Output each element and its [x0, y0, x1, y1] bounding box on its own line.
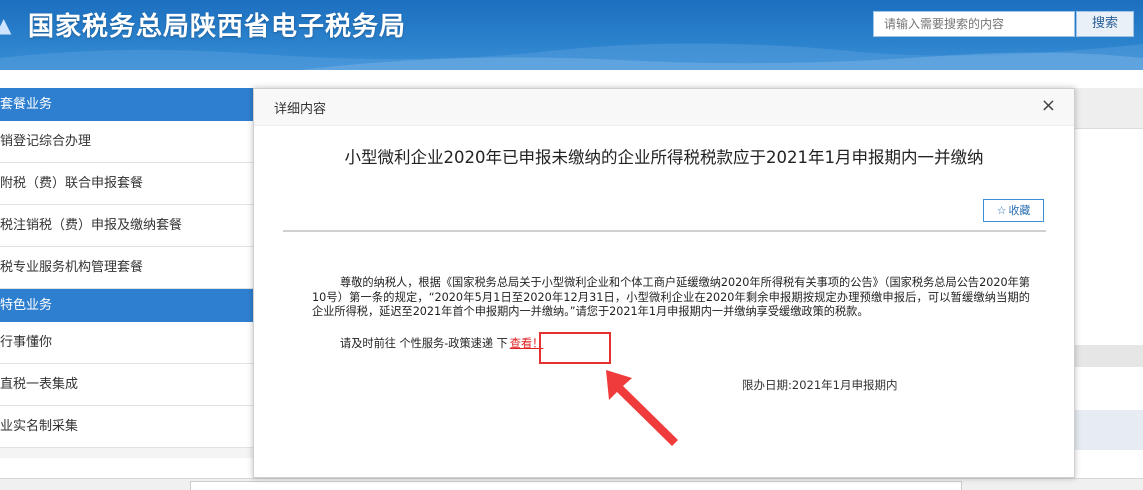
sidebar-item[interactable]: 直税一表集成 [0, 364, 256, 406]
favorite-button[interactable]: ☆ 收藏 [983, 199, 1044, 222]
logo-icon: ▲ [0, 13, 12, 37]
sidebar-item[interactable]: 税注销税（费）申报及缴纳套餐 [0, 205, 256, 247]
guide-line: 请及时前往 个性服务-政策速递 下查看！ [340, 335, 543, 351]
divider [283, 230, 1046, 232]
article-title: 小型微利企业2020年已申报未缴纳的企业所得税税款应于2021年1月申报期内一并… [344, 148, 984, 167]
star-icon: ☆ [996, 204, 1007, 217]
sidebar-section-package[interactable]: 套餐业务 [0, 88, 256, 121]
sidebar-item[interactable]: 附税（费）联合申报套餐 [0, 163, 256, 205]
site-header: ▲ 国家税务总局陕西省电子税务局 搜索 [0, 0, 1143, 70]
notice-body: 尊敬的纳税人，根据《国家税务总局关于小型微利企业和个体工商户延缓缴纳2020年所… [312, 276, 1030, 318]
sidebar: 套餐业务 销登记综合办理 附税（费）联合申报套餐 税注销税（费）申报及缴纳套餐 … [0, 88, 256, 458]
sidebar-item[interactable]: 销登记综合办理 [0, 121, 256, 163]
sidebar-section-special[interactable]: 特色业务 [0, 289, 256, 322]
search-button[interactable]: 搜索 [1076, 11, 1134, 37]
site-title: 国家税务总局陕西省电子税务局 [28, 12, 407, 42]
close-icon[interactable]: × [1041, 96, 1056, 116]
search-box[interactable] [873, 11, 1075, 37]
favorite-label: 收藏 [1008, 204, 1031, 217]
sidebar-item[interactable]: 税专业服务机构管理套餐 [0, 247, 256, 289]
background-panel [1075, 410, 1143, 450]
sidebar-item[interactable]: 业实名制采集 [0, 406, 256, 448]
deadline-text: 限办日期:2021年1月申报期内 [742, 378, 898, 392]
annotation-arrow-icon [606, 370, 678, 446]
search-input[interactable] [874, 12, 1074, 36]
highlight-box [539, 332, 611, 364]
guide-text: 请及时前往 个性服务-政策速递 下 [340, 337, 508, 350]
modal-header: 详细内容 × [254, 89, 1074, 126]
sidebar-item[interactable]: 行事懂你 [0, 322, 256, 364]
background-panel [1075, 345, 1143, 367]
background-panel [1075, 88, 1143, 129]
modal-title: 详细内容 [274, 102, 327, 117]
